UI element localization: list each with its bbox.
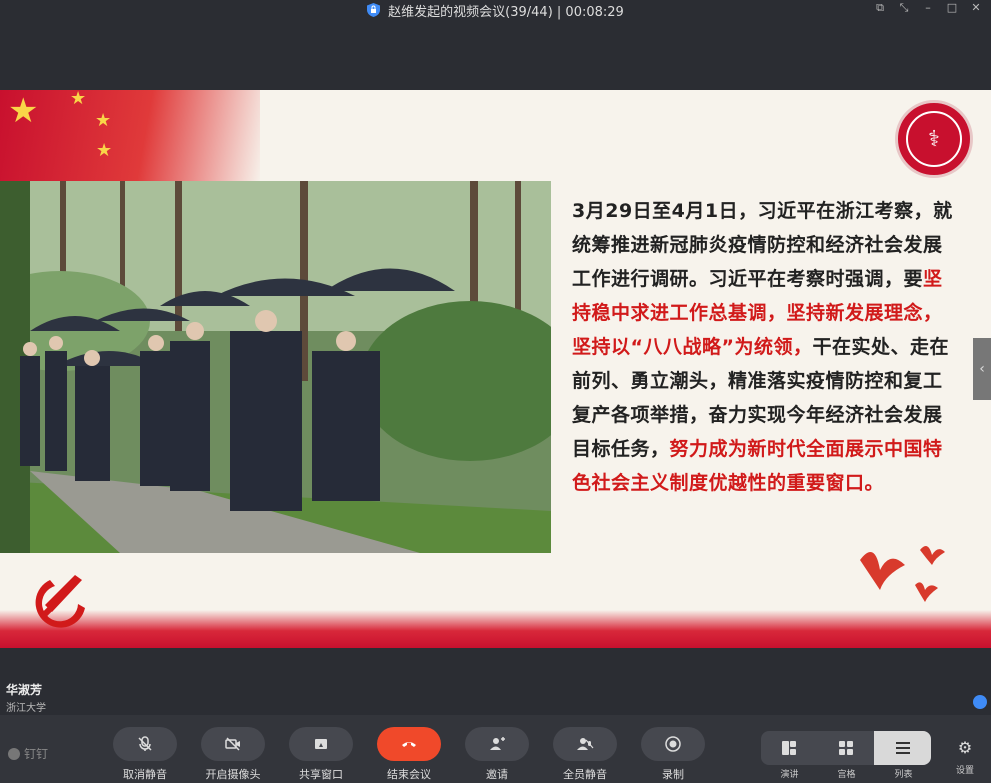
settings-button[interactable]: ⚙ 设置: [950, 738, 980, 776]
mute-all-button[interactable]: 全员静音: [553, 727, 617, 782]
grid-layout-label: 宫格: [837, 770, 856, 780]
mute-all-icon: [577, 738, 594, 750]
minimize-icon[interactable]: –: [921, 1, 935, 15]
invite-label: 邀请: [486, 768, 508, 781]
university-logo: ⚕: [895, 100, 973, 178]
window-float-icon[interactable]: ⧉: [873, 1, 887, 15]
record-icon: [665, 736, 681, 752]
invite-button[interactable]: 邀请: [465, 727, 529, 782]
shield-icon: [367, 3, 381, 17]
dingding-label: 钉钉: [24, 747, 49, 761]
grid-layout-icon: [839, 741, 853, 755]
camera-off-icon: [225, 737, 240, 751]
dingding-logo-icon: [8, 747, 20, 760]
party-emblem-icon: [35, 575, 85, 628]
share-window-label: 共享窗口: [299, 768, 343, 781]
star-icon: ★: [8, 91, 39, 131]
star-icon: ★: [96, 140, 113, 161]
dingding-brand: 钉钉: [8, 745, 48, 762]
flag-decoration: ★ ★ ★ ★: [0, 90, 260, 190]
end-meeting-button[interactable]: 结束会议: [377, 727, 441, 782]
star-icon: ★: [70, 90, 87, 109]
share-window-button[interactable]: 共享窗口: [289, 727, 353, 782]
settings-label: 设置: [955, 766, 974, 776]
slide-paragraph: 3月29日至4月1日，习近平在浙江考察，就统筹推进新冠肺炎疫情防控和经济社会发展…: [572, 194, 957, 500]
unmute-label: 取消静音: [123, 768, 167, 781]
speaker-layout-button[interactable]: [761, 731, 818, 765]
collapse-panel-button[interactable]: ‹: [973, 338, 991, 400]
share-window-icon: [315, 739, 327, 749]
shared-screen-slide: ★ ★ ★ ★ ⚕ 3月29日至4月1日，习近平在浙江考察，就统筹推进新冠肺炎疫…: [0, 90, 991, 648]
camera-label: 开启摄像头: [205, 768, 261, 781]
record-label: 录制: [662, 768, 684, 781]
doves-decoration: [860, 546, 945, 602]
participant-name: 华淑芳: [6, 683, 43, 697]
maximize-icon[interactable]: □: [945, 1, 959, 15]
mic-off-icon: [138, 736, 152, 751]
meeting-title: 赵维发起的视频会议(39/44) | 00:08:29: [388, 4, 624, 20]
layout-switcher: [761, 731, 932, 765]
photo-leaders-walking: [0, 181, 551, 553]
close-icon[interactable]: ✕: [969, 1, 983, 15]
record-button[interactable]: 录制: [641, 727, 705, 782]
star-icon: ★: [95, 110, 112, 131]
list-layout-icon: [895, 742, 910, 754]
slide-text-segment: 3月29日至4月1日，习近平在浙江考察，就统筹推进新冠肺炎疫情防控和经济社会发展…: [572, 200, 953, 290]
shrink-icon[interactable]: ⤡: [897, 1, 911, 15]
end-meeting-label: 结束会议: [387, 768, 431, 781]
red-ribbon-decoration: [0, 610, 991, 648]
list-layout-button[interactable]: [874, 731, 932, 765]
gear-icon: ⚙: [957, 738, 973, 757]
unmute-button[interactable]: 取消静音: [113, 727, 177, 782]
mute-all-label: 全员静音: [563, 768, 607, 781]
chat-bubble-icon[interactable]: [973, 695, 987, 709]
speaker-layout-label: 演讲: [780, 770, 799, 780]
end-call-icon: [402, 742, 416, 747]
title-bar: 赵维发起的视频会议(39/44) | 00:08:29 ⧉ ⤡ – □ ✕: [0, 0, 991, 20]
chevron-left-icon: ‹: [979, 361, 985, 377]
speaker-layout-icon: [782, 741, 797, 755]
participant-bar: 华淑芳 浙江大学: [0, 648, 991, 715]
participant-org: 浙江大学: [6, 703, 46, 714]
camera-button[interactable]: 开启摄像头: [201, 727, 265, 782]
grid-layout-button[interactable]: [818, 731, 875, 765]
invite-icon: [490, 737, 505, 750]
list-layout-label: 列表: [894, 770, 913, 780]
video-top-gap: [0, 20, 991, 90]
